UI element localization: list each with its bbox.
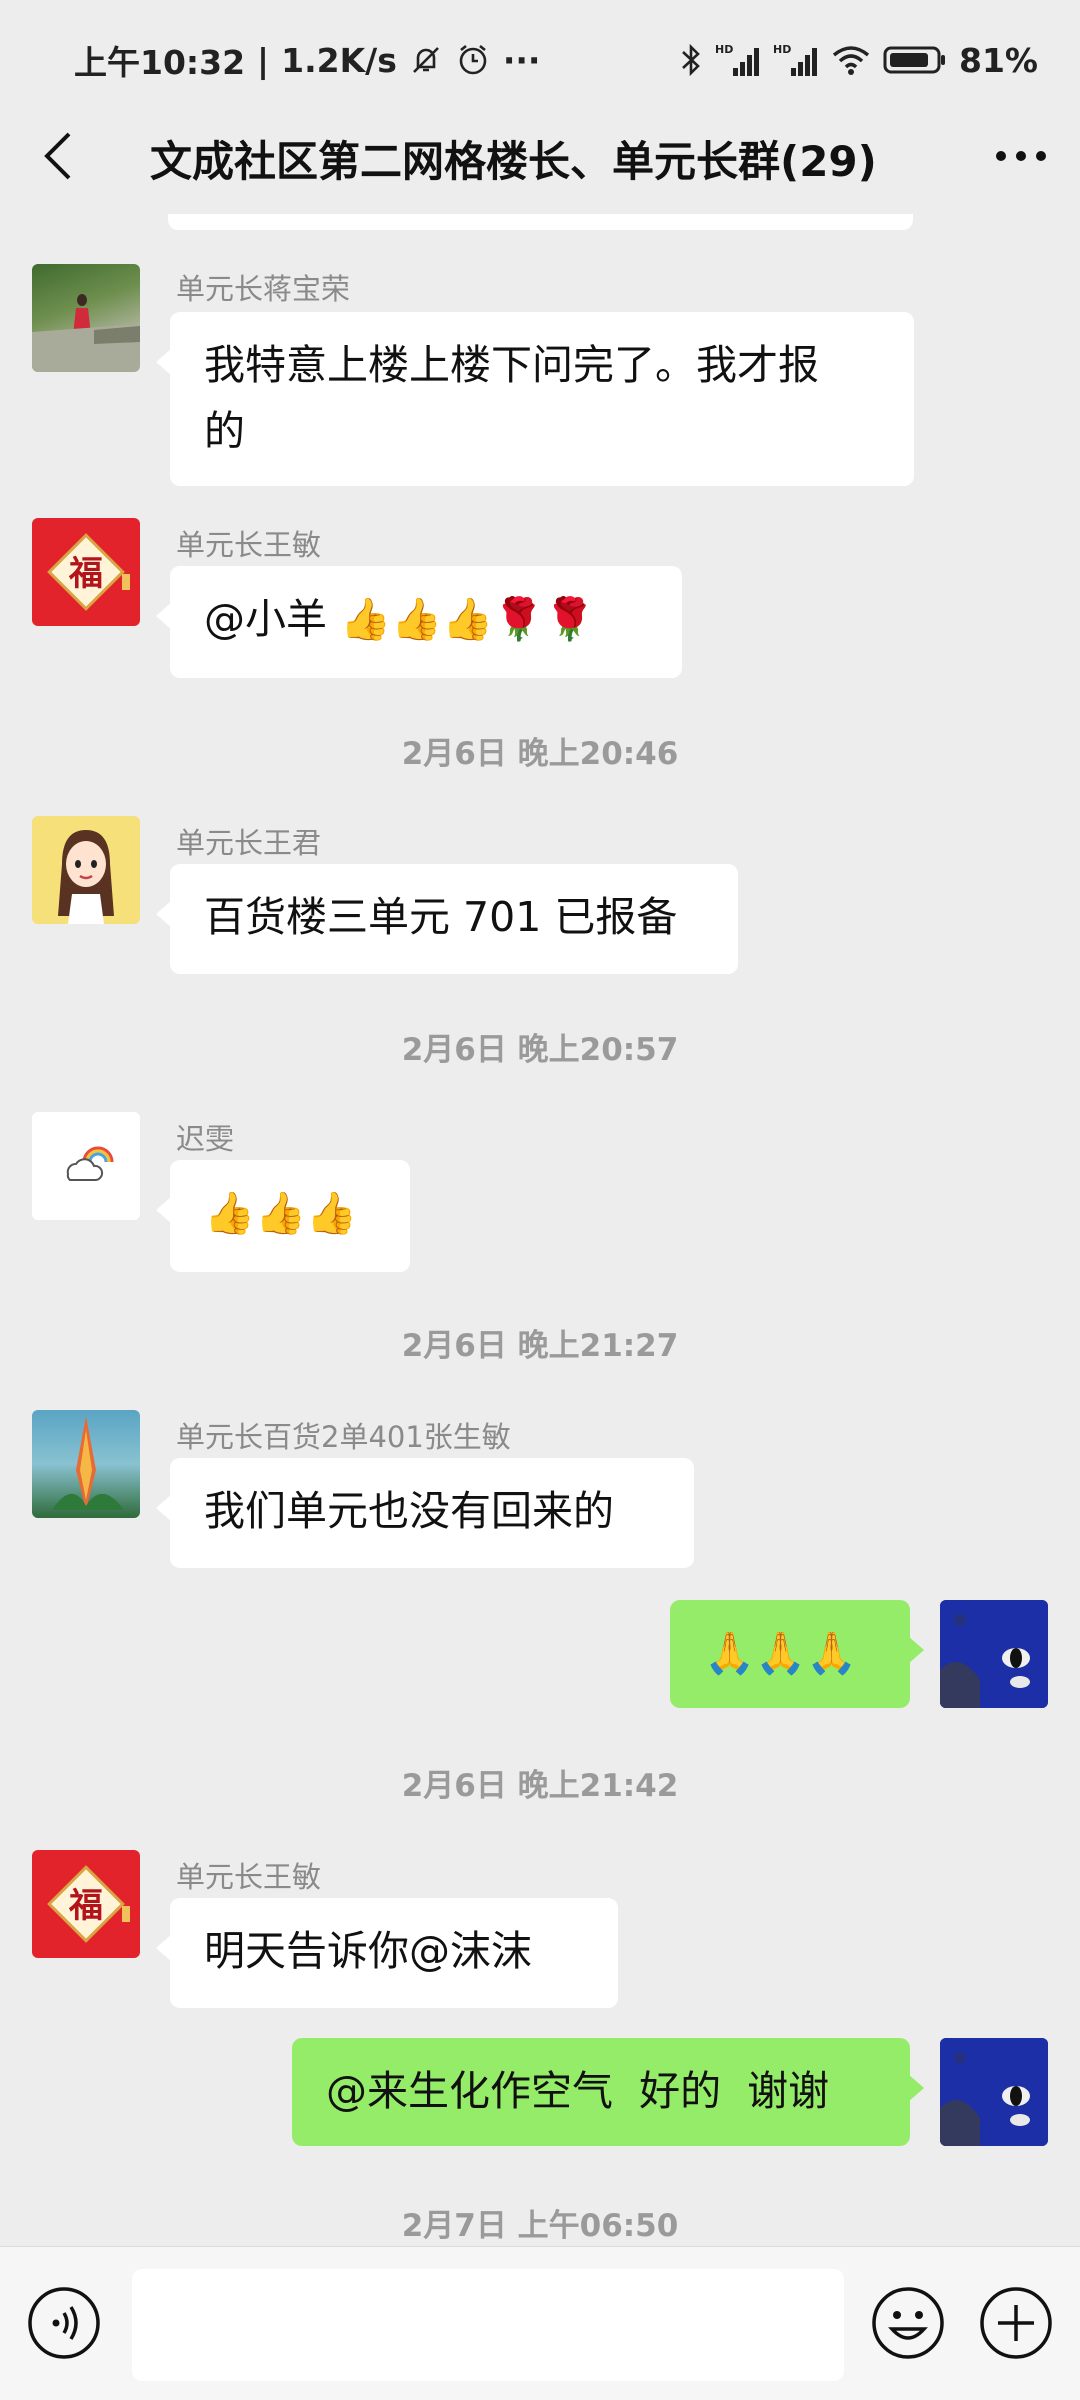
my-avatar[interactable] xyxy=(940,1600,1048,1708)
bluetooth-icon xyxy=(679,42,703,78)
back-button[interactable] xyxy=(28,124,88,188)
message-text: 百货楼三单元 701 已报备 xyxy=(204,893,678,941)
chat-title: 文成社区第二网格楼长、单元长群(29) xyxy=(150,137,877,186)
wifi-icon xyxy=(831,43,871,77)
message-input[interactable] xyxy=(132,2269,844,2381)
message-bubble[interactable]: @小羊 👍👍👍🌹🌹 xyxy=(156,566,682,678)
input-bar xyxy=(0,2246,1080,2400)
sender-name: 迟雯 xyxy=(176,1122,235,1156)
message-text: 🙏🙏🙏 xyxy=(704,1629,858,1677)
message-text: 👍👍👍 xyxy=(204,1189,358,1237)
message-bubble[interactable]: 我特意上楼上楼下问完了。我才报 的 xyxy=(156,312,914,486)
more-dots-icon xyxy=(996,151,1046,161)
person-photo-icon xyxy=(32,294,140,372)
my-avatar[interactable] xyxy=(940,2038,1048,2146)
signal-hd-icon-2: HD xyxy=(773,42,819,78)
more-functions-button[interactable] xyxy=(978,2285,1054,2361)
svg-text:HD: HD xyxy=(773,43,791,56)
avatar-jiang-baorong[interactable] xyxy=(32,264,140,372)
signal-hd-icon-1: HD xyxy=(715,42,761,78)
svg-text:HD: HD xyxy=(715,43,733,56)
message-text: @小羊 👍👍👍🌹🌹 xyxy=(204,595,596,643)
battery-percent: 81% xyxy=(959,40,1038,80)
avatar-wang-min[interactable]: 福 xyxy=(32,518,140,626)
sender-name: 单元长王敏 xyxy=(176,528,322,562)
voice-input-button[interactable] xyxy=(26,2285,102,2361)
message-text: @来生化作空气 好的 谢谢 xyxy=(326,2067,830,2115)
timestamp: 2月6日 晚上21:42 xyxy=(401,1768,679,1804)
more-options-button[interactable] xyxy=(986,128,1056,184)
timestamp: 2月6日 晚上20:46 xyxy=(401,736,679,772)
message-bubble[interactable]: 百货楼三单元 701 已报备 xyxy=(156,864,738,974)
more-status-icon: ··· xyxy=(502,40,541,80)
message-bubble[interactable]: 明天告诉你@沫沫 xyxy=(156,1898,618,2008)
my-message-bubble[interactable]: 🙏🙏🙏 xyxy=(670,1600,924,1708)
status-right: HD HD 81% xyxy=(679,41,1038,80)
plus-icon xyxy=(980,2287,1052,2359)
status-left: 上午10:32 | 1.2K/s ··· xyxy=(74,36,540,84)
alarm-icon xyxy=(455,42,491,78)
message-text-line: 我特意上楼上楼下问完了。我才报 xyxy=(204,341,819,389)
avatar-wang-jun[interactable] xyxy=(32,816,140,924)
fu-character: 福 xyxy=(68,554,103,594)
sender-name: 单元长王敏 xyxy=(176,1860,322,1894)
battery-icon xyxy=(883,45,947,75)
timestamp: 2月7日 上午06:50 xyxy=(401,2208,679,2244)
fish-photo-icon xyxy=(940,2038,1048,2146)
fu-character: 福 xyxy=(68,1886,103,1926)
previous-message-edge xyxy=(168,214,913,230)
status-time: 上午10:32 xyxy=(74,43,246,82)
message-text: 我们单元也没有回来的 xyxy=(204,1487,614,1535)
sender-name: 单元长蒋宝荣 xyxy=(176,272,351,306)
voice-icon xyxy=(28,2287,100,2359)
status-separator: | xyxy=(257,40,270,80)
cloud-rainbow-icon xyxy=(66,1146,114,1181)
status-bar: 上午10:32 | 1.2K/s ··· HD HD 81% xyxy=(0,0,1080,120)
message-text: 明天告诉你@沫沫 xyxy=(204,1927,532,1975)
timestamp: 2月6日 晚上20:57 xyxy=(401,1032,679,1068)
emoji-icon xyxy=(872,2287,944,2359)
emoji-button[interactable] xyxy=(870,2285,946,2361)
mute-bell-icon xyxy=(409,43,443,77)
plant-photo-icon xyxy=(52,1416,124,1510)
fu-avatar-icon: 福 xyxy=(47,1865,130,1943)
cartoon-girl-icon xyxy=(58,830,114,924)
avatar-wang-min[interactable]: 福 xyxy=(32,1850,140,1958)
sender-name: 单元长王君 xyxy=(176,826,322,860)
fu-avatar-icon: 福 xyxy=(47,533,130,611)
back-arrow-icon xyxy=(44,132,71,180)
my-message-bubble[interactable]: @来生化作空气 好的 谢谢 xyxy=(292,2038,924,2146)
network-speed: 1.2K/s xyxy=(281,40,397,80)
sender-name: 单元长百货2单401张生敏 xyxy=(176,1420,511,1454)
message-bubble[interactable]: 我们单元也没有回来的 xyxy=(156,1458,694,1568)
message-bubble[interactable]: 👍👍👍 xyxy=(156,1160,410,1272)
avatar-zhang-shengmin[interactable] xyxy=(32,1410,140,1518)
avatar-chi-wen[interactable] xyxy=(32,1112,140,1220)
timestamp: 2月6日 晚上21:27 xyxy=(401,1328,679,1364)
fish-photo-icon xyxy=(940,1600,1048,1708)
title-bar: 文成社区第二网格楼长、单元长群(29) xyxy=(0,112,1080,200)
message-text-line: 的 xyxy=(204,407,245,455)
